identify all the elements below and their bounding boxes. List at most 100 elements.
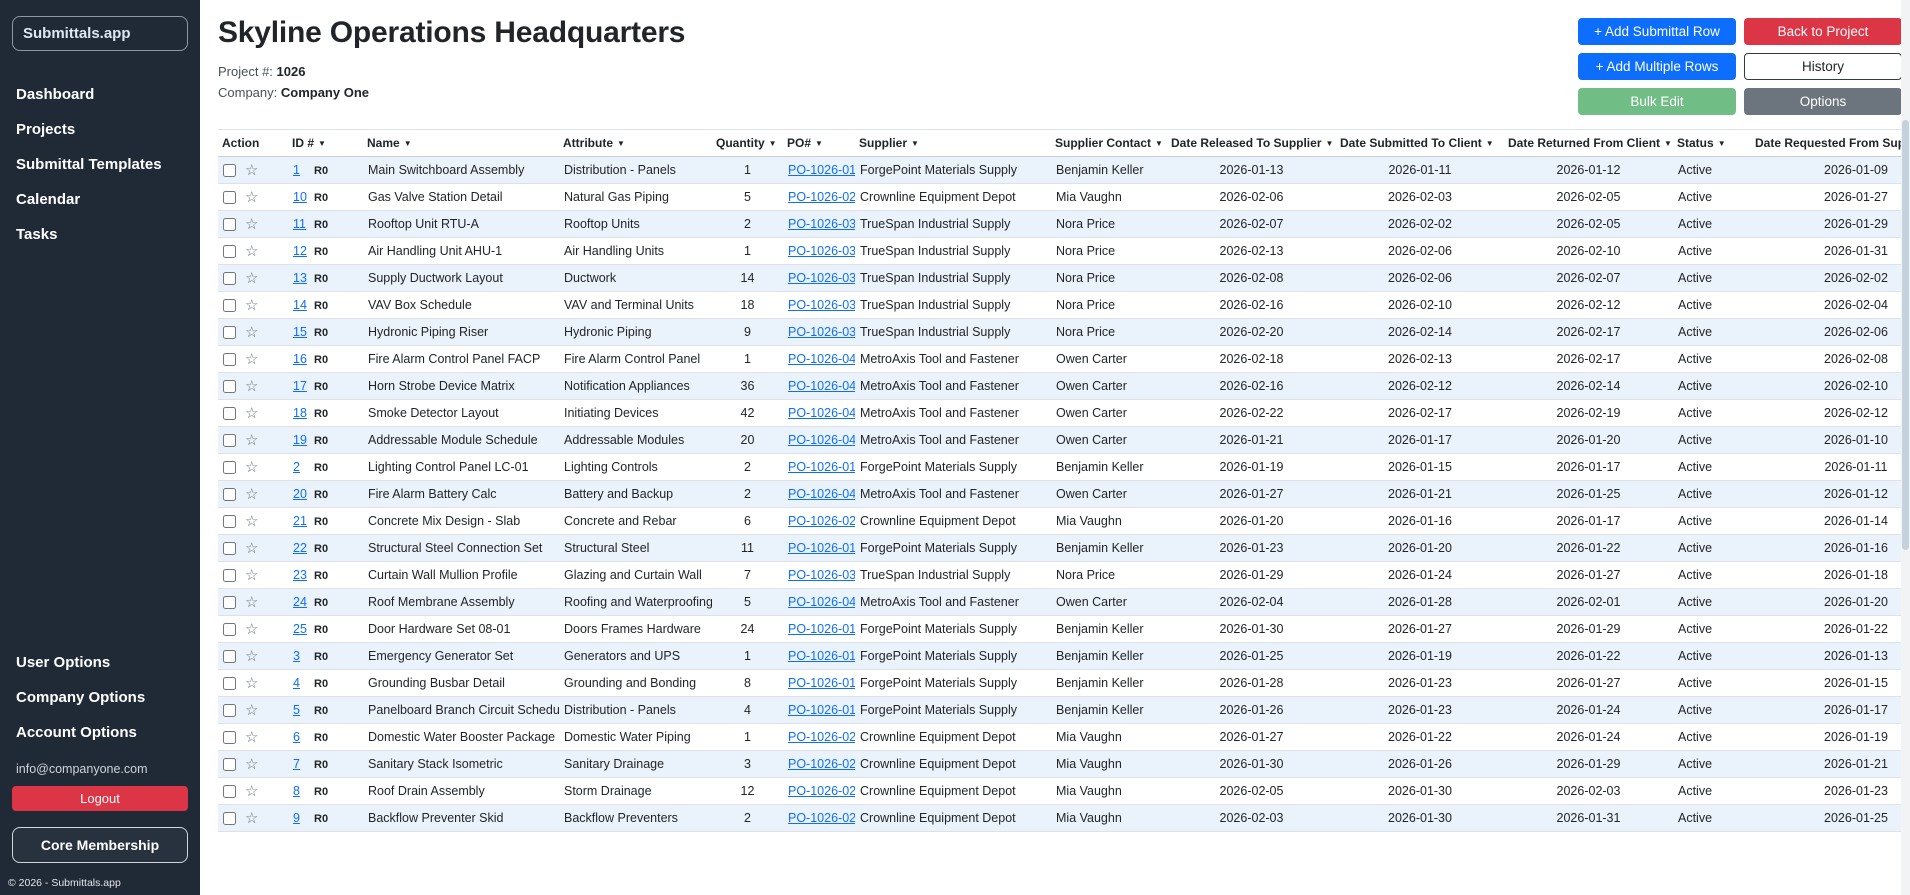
star-icon[interactable]: ☆ [245,810,258,827]
history-button[interactable]: History [1744,53,1902,80]
row-id-link[interactable]: 14 [293,298,308,312]
star-icon[interactable]: ☆ [245,702,258,719]
row-po-link[interactable]: PO-1026-04 [788,433,855,447]
row-checkbox[interactable] [223,730,236,744]
star-icon[interactable]: ☆ [245,243,258,260]
star-icon[interactable]: ☆ [245,270,258,287]
row-id-link[interactable]: 21 [293,514,308,528]
sidebar-item-tasks[interactable]: Tasks [0,217,200,252]
sidebar-item-dashboard[interactable]: Dashboard [0,77,200,112]
row-po-link[interactable]: PO-1026-02 [788,784,855,798]
row-po-link[interactable]: PO-1026-01 [788,460,855,474]
sidebar-item-account-options[interactable]: Account Options [0,715,200,750]
row-po-link[interactable]: PO-1026-04 [788,352,855,366]
row-id-link[interactable]: 20 [293,487,308,501]
row-checkbox[interactable] [223,163,236,177]
star-icon[interactable]: ☆ [245,729,258,746]
row-checkbox[interactable] [223,433,236,447]
vertical-scrollbar[interactable] [1901,0,1910,895]
star-icon[interactable]: ☆ [245,378,258,395]
row-id-link[interactable]: 23 [293,568,308,582]
sort-desc-icon[interactable]: ▼ [617,139,625,148]
column-header-date_requested[interactable]: Date Requested From Supplier▼ [1751,129,1910,157]
row-id-link[interactable]: 16 [293,352,308,366]
back-to-project-button[interactable]: Back to Project [1744,18,1902,45]
column-header-status[interactable]: Status ▼ [1673,129,1751,157]
star-icon[interactable]: ☆ [245,486,258,503]
star-icon[interactable]: ☆ [245,432,258,449]
row-po-link[interactable]: PO-1026-04 [788,406,855,420]
row-checkbox[interactable] [223,379,236,393]
row-checkbox[interactable] [223,514,236,528]
row-po-link[interactable]: PO-1026-04 [788,595,855,609]
row-id-link[interactable]: 12 [293,244,308,258]
sort-desc-icon[interactable]: ▼ [769,139,777,148]
star-icon[interactable]: ☆ [245,189,258,206]
star-icon[interactable]: ☆ [245,513,258,530]
row-po-link[interactable]: PO-1026-03 [788,244,855,258]
row-checkbox[interactable] [223,649,236,663]
sort-desc-icon[interactable]: ▼ [318,139,326,148]
row-po-link[interactable]: PO-1026-03 [788,568,855,582]
row-po-link[interactable]: PO-1026-03 [788,325,855,339]
column-header-id[interactable]: ID # ▼ [288,129,363,157]
sidebar-item-projects[interactable]: Projects [0,112,200,147]
row-id-link[interactable]: 17 [293,379,308,393]
row-checkbox[interactable] [223,190,236,204]
row-checkbox[interactable] [223,244,236,258]
column-header-supplier_contact[interactable]: Supplier Contact ▼ [1051,129,1167,157]
star-icon[interactable]: ☆ [245,675,258,692]
star-icon[interactable]: ☆ [245,162,258,179]
row-checkbox[interactable] [223,217,236,231]
row-po-link[interactable]: PO-1026-04 [788,379,855,393]
core-membership-button[interactable]: Core Membership [12,827,188,863]
row-checkbox[interactable] [223,352,236,366]
row-po-link[interactable]: PO-1026-03 [788,271,855,285]
row-checkbox[interactable] [223,568,236,582]
row-checkbox[interactable] [223,298,236,312]
column-header-supplier[interactable]: Supplier ▼ [855,129,1051,157]
column-header-quantity[interactable]: Quantity ▼ [712,129,783,157]
row-po-link[interactable]: PO-1026-02 [788,514,855,528]
row-checkbox[interactable] [223,541,236,555]
row-id-link[interactable]: 1 [293,163,308,177]
row-checkbox[interactable] [223,595,236,609]
column-header-date_released[interactable]: Date Released To Supplier ▼ [1167,129,1336,157]
sort-desc-icon[interactable]: ▼ [1718,139,1726,148]
scrollbar-thumb[interactable] [1902,120,1909,550]
star-icon[interactable]: ☆ [245,783,258,800]
row-id-link[interactable]: 18 [293,406,308,420]
add-submittal-row-button[interactable]: + Add Submittal Row [1578,18,1736,45]
logout-button[interactable]: Logout [12,786,188,811]
star-icon[interactable]: ☆ [245,648,258,665]
sort-desc-icon[interactable]: ▼ [911,139,919,148]
row-po-link[interactable]: PO-1026-01 [788,163,855,177]
row-po-link[interactable]: PO-1026-01 [788,649,855,663]
row-po-link[interactable]: PO-1026-01 [788,703,855,717]
row-checkbox[interactable] [223,811,236,825]
row-checkbox[interactable] [223,487,236,501]
row-po-link[interactable]: PO-1026-03 [788,298,855,312]
column-header-date_submitted[interactable]: Date Submitted To Client ▼ [1336,129,1504,157]
sidebar-item-company-options[interactable]: Company Options [0,680,200,715]
row-id-link[interactable]: 19 [293,433,308,447]
row-id-link[interactable]: 6 [293,730,308,744]
sort-desc-icon[interactable]: ▼ [1664,139,1672,148]
row-checkbox[interactable] [223,784,236,798]
row-id-link[interactable]: 10 [293,190,308,204]
row-po-link[interactable]: PO-1026-01 [788,622,855,636]
row-po-link[interactable]: PO-1026-02 [788,757,855,771]
sidebar-item-submittal-templates[interactable]: Submittal Templates [0,147,200,182]
star-icon[interactable]: ☆ [245,621,258,638]
sidebar-item-calendar[interactable]: Calendar [0,182,200,217]
row-id-link[interactable]: 11 [293,217,308,231]
row-id-link[interactable]: 9 [293,811,308,825]
row-po-link[interactable]: PO-1026-02 [788,190,855,204]
row-id-link[interactable]: 8 [293,784,308,798]
star-icon[interactable]: ☆ [245,540,258,557]
sidebar-item-user-options[interactable]: User Options [0,645,200,680]
row-id-link[interactable]: 15 [293,325,308,339]
star-icon[interactable]: ☆ [245,756,258,773]
row-id-link[interactable]: 4 [293,676,308,690]
row-id-link[interactable]: 3 [293,649,308,663]
